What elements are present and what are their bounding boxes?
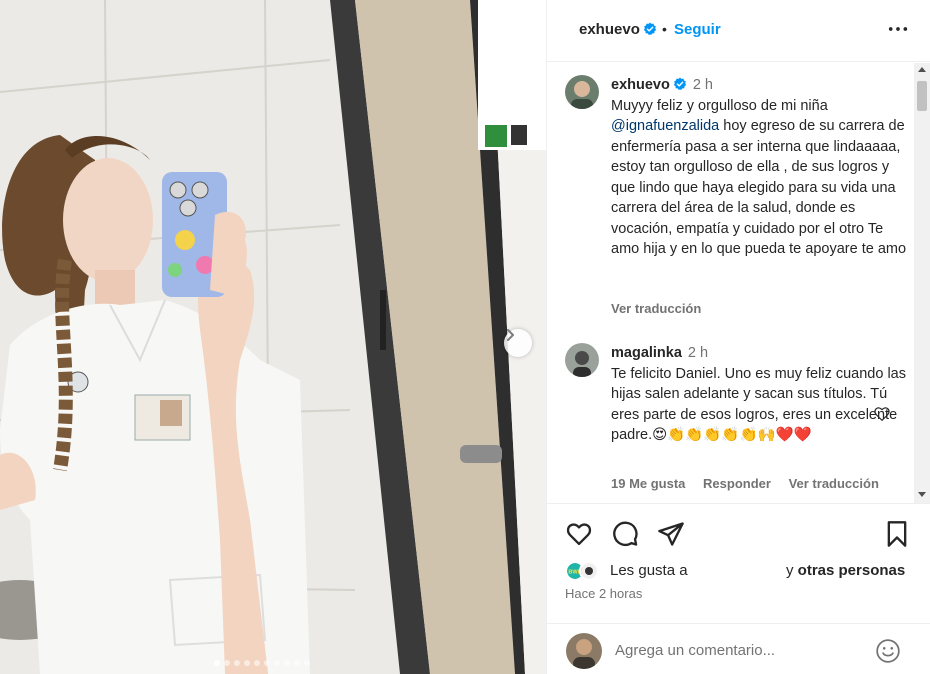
more-horizontal-icon[interactable] <box>887 18 909 40</box>
add-comment-bar <box>547 623 930 674</box>
save-bookmark-icon[interactable] <box>883 520 911 548</box>
liked-by-others: y otras personas <box>786 562 906 579</box>
liked-by-avatars[interactable]: BWB <box>565 558 599 584</box>
current-user-avatar[interactable] <box>566 633 602 669</box>
carousel-dot <box>294 660 300 666</box>
comment-reply-button[interactable]: Responder <box>703 476 771 491</box>
verified-badge-icon <box>643 22 656 36</box>
carousel-dot <box>234 660 240 666</box>
carousel-dot <box>264 660 270 666</box>
like-heart-icon[interactable] <box>565 520 593 548</box>
post-detail-panel: exhuevo • Seguir exhuevo 2 h Muyyy feliz … <box>546 0 930 674</box>
carousel-dot <box>244 660 250 666</box>
caption-text-before: Muyyy feliz y orgulloso de mi niña <box>611 97 828 114</box>
liked-by-text: Les gusta a <box>610 562 688 579</box>
comment-time: 2 h <box>687 345 709 361</box>
share-send-icon[interactable] <box>657 520 685 548</box>
follow-button[interactable]: Seguir <box>674 21 721 38</box>
scroll-down-arrow-icon[interactable] <box>918 492 926 497</box>
chevron-right-icon <box>507 329 514 341</box>
comment-like-heart-icon[interactable] <box>873 405 891 423</box>
others-link[interactable]: otras personas <box>798 562 906 579</box>
caption: exhuevo 2 h Muyyy feliz y orgulloso de mi… <box>611 75 911 260</box>
comment-translate-link[interactable]: Ver traducción <box>789 476 879 491</box>
post-timestamp: Hace 2 horas <box>565 586 643 601</box>
carousel-indicators <box>214 660 310 666</box>
caption-meta: Ver traducción <box>611 301 715 316</box>
post-actions: BWB Les gusta a y otras personas Hace 2 … <box>547 503 930 623</box>
comments-list[interactable]: exhuevo 2 h Muyyy feliz y orgulloso de mi… <box>547 63 930 503</box>
comment-likes-count[interactable]: 19 Me gusta <box>611 476 685 491</box>
comments-scrollbar[interactable] <box>914 63 930 503</box>
comment-input[interactable] <box>615 638 865 662</box>
comment-emojis: 😍👏👏👏👏👏🙌❤️❤️ <box>652 427 812 443</box>
post-header: exhuevo • Seguir <box>547 0 930 62</box>
carousel-dot <box>284 660 290 666</box>
caption-username[interactable]: exhuevo <box>611 77 687 93</box>
post-photo[interactable] <box>0 0 546 674</box>
caption-text-after: hoy egreso de su carrera de enfermería p… <box>611 118 907 257</box>
commenter-avatar[interactable] <box>565 343 599 377</box>
caption-mention[interactable]: @ignafuenzalida <box>611 118 719 134</box>
carousel-dot <box>254 660 260 666</box>
verified-badge-icon <box>673 77 686 91</box>
comment-username[interactable]: magalinka <box>611 345 682 361</box>
scroll-up-arrow-icon[interactable] <box>918 67 926 72</box>
carousel-dot <box>304 660 310 666</box>
caption-author-avatar[interactable] <box>565 75 599 109</box>
comment: magalinka 2 h Te felicito Daniel. Uno es … <box>611 343 911 446</box>
next-slide-button[interactable] <box>504 329 532 357</box>
caption-time: 2 h <box>692 77 714 93</box>
scrollbar-thumb[interactable] <box>917 81 927 111</box>
caption-translate-link[interactable]: Ver traducción <box>611 301 701 316</box>
liker-avatar[interactable] <box>579 561 599 581</box>
comment-bubble-icon[interactable] <box>611 520 639 548</box>
emoji-smiley-icon[interactable] <box>875 638 901 664</box>
carousel-dot <box>274 660 280 666</box>
header-separator: • <box>662 21 667 37</box>
carousel-dot <box>214 660 220 666</box>
comment-meta: 19 Me gusta Responder Ver traducción <box>611 476 893 491</box>
mirror-selfie-image <box>0 0 546 674</box>
author-username[interactable]: exhuevo <box>579 21 657 38</box>
carousel-dot <box>224 660 230 666</box>
